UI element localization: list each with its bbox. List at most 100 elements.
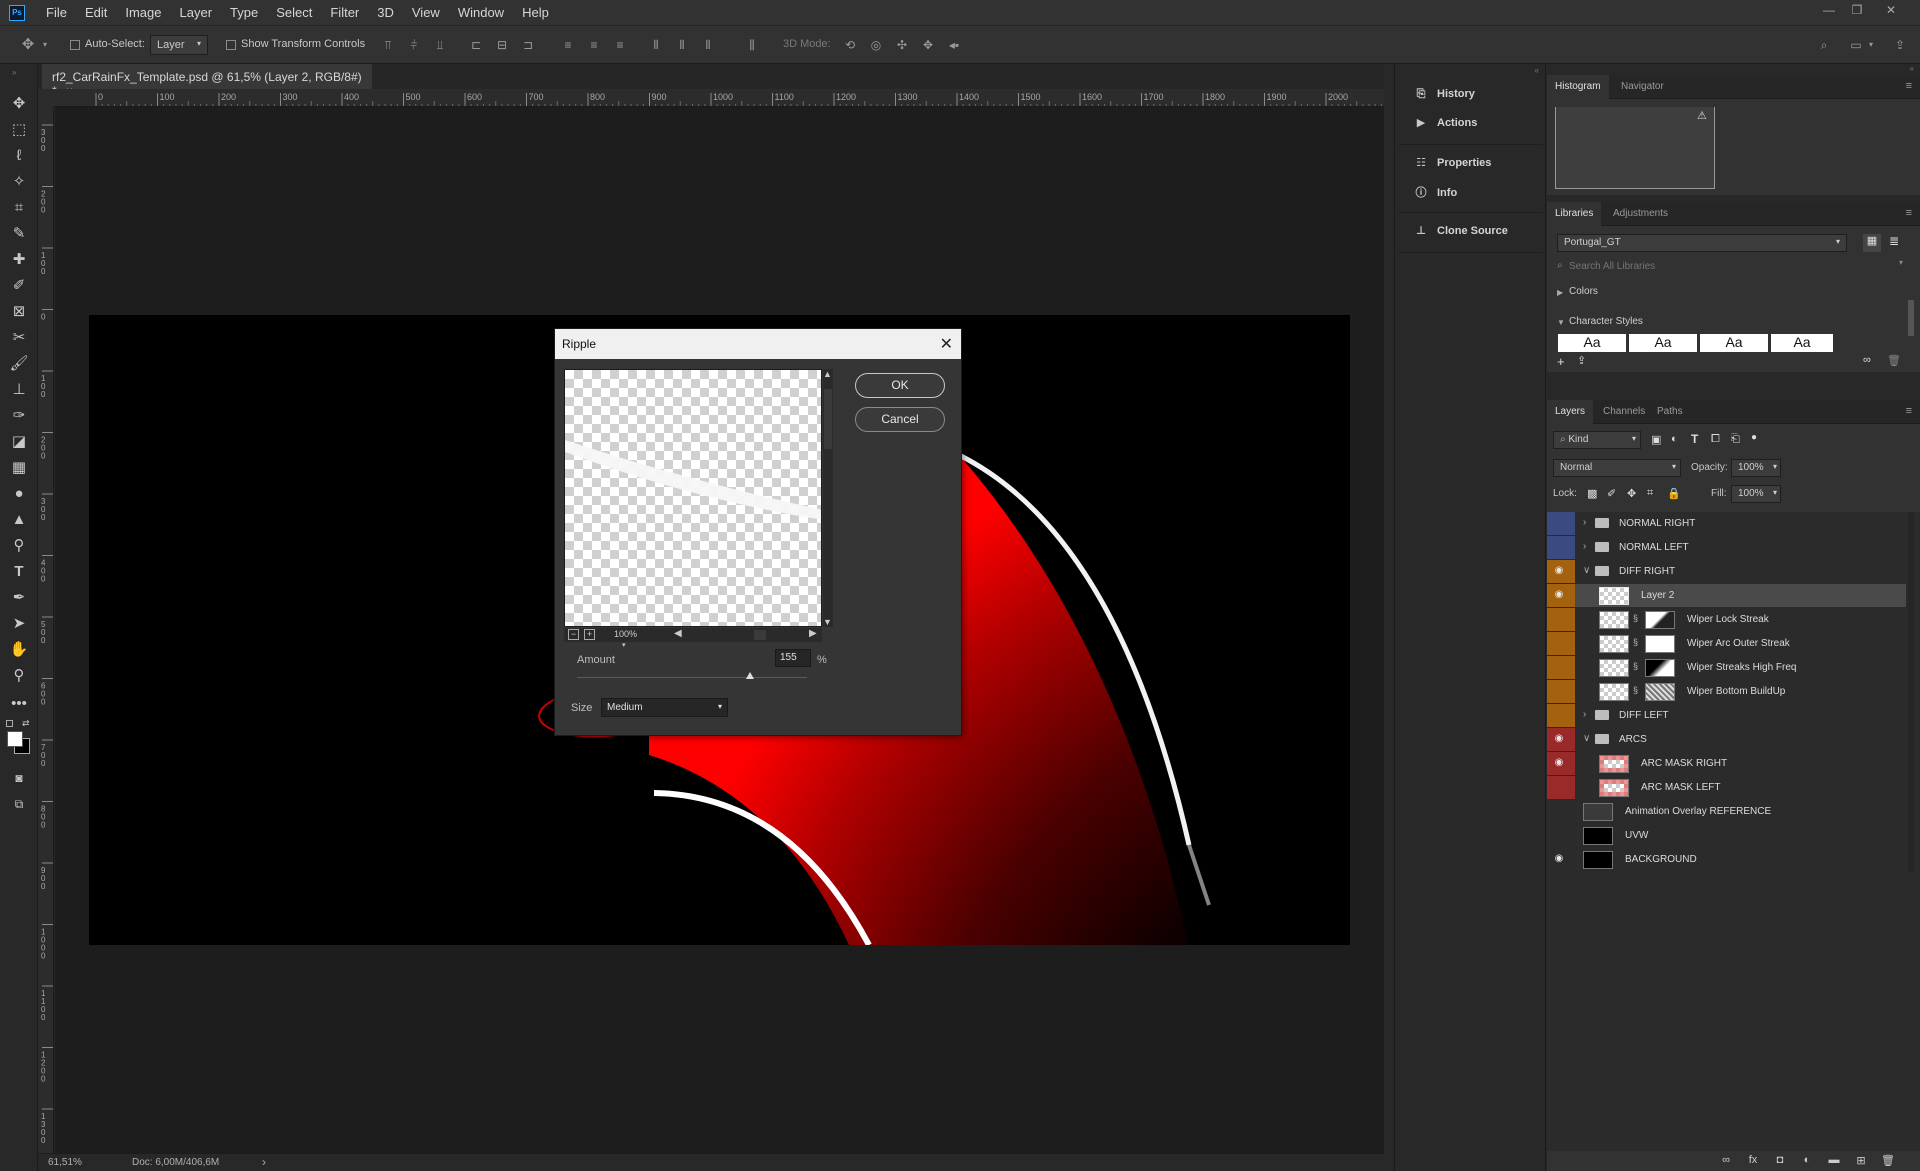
scroll-down-icon[interactable]: ▼ xyxy=(823,617,832,627)
clone-source-panel-button[interactable]: ⊥ Clone Source xyxy=(1413,224,1508,244)
paintbrush-icon[interactable]: 🖌 xyxy=(9,354,29,374)
distribute-left-icon[interactable]: ⫴ xyxy=(648,38,664,52)
quick-mask-icon[interactable]: ◙ xyxy=(9,768,29,788)
collapse-arrows-icon[interactable]: « xyxy=(1535,66,1539,75)
tab-channels[interactable]: Channels xyxy=(1595,400,1653,424)
stamp-tool-icon[interactable]: ⊥ xyxy=(9,380,29,400)
foreground-color-swatch[interactable] xyxy=(7,731,23,747)
chevron-down-icon[interactable]: ▼ xyxy=(1557,318,1565,327)
library-scrollbar[interactable] xyxy=(1908,300,1914,336)
auto-align-icon[interactable]: ⫼ xyxy=(744,38,760,52)
mask-link-icon[interactable]: § xyxy=(1633,613,1638,623)
distribute-top-icon[interactable]: ≡ xyxy=(560,38,576,52)
tab-adjustments[interactable]: Adjustments xyxy=(1605,202,1676,226)
gradient-tool-icon[interactable]: ▦ xyxy=(9,458,29,478)
crop-tool-icon[interactable]: ⌗ xyxy=(9,198,29,218)
mask-link-icon[interactable]: § xyxy=(1633,661,1638,671)
workspace-icon[interactable]: ▭ xyxy=(1848,38,1864,52)
menu-edit[interactable]: Edit xyxy=(76,5,116,20)
layer-visibility-toggle[interactable]: ◉ xyxy=(1547,560,1571,583)
healing-brush-icon[interactable]: ✚ xyxy=(9,250,29,270)
chevron-down-icon[interactable]: ∨ xyxy=(1583,733,1590,744)
lock-artboard-icon[interactable]: ⌗ xyxy=(1647,487,1653,500)
eraser-tool-icon[interactable]: ◪ xyxy=(9,432,29,452)
properties-panel-button[interactable]: ☷ Properties xyxy=(1413,156,1491,176)
3d-orbit-icon[interactable]: ⟲ xyxy=(842,38,858,52)
colors-section[interactable]: Colors xyxy=(1569,286,1598,297)
filter-type-icon[interactable]: T xyxy=(1691,432,1698,446)
character-style-swatch[interactable]: Aa xyxy=(1771,334,1833,352)
size-dropdown[interactable]: Medium ▾ xyxy=(601,698,728,717)
align-bottom-icon[interactable]: ⫫ xyxy=(432,38,448,52)
swap-colors-icon[interactable]: ⇄ xyxy=(22,718,30,729)
layer-visibility-toggle[interactable] xyxy=(1547,656,1571,679)
fill-input[interactable]: 100% ▾ xyxy=(1731,485,1781,503)
zoom-out-icon[interactable]: − xyxy=(568,629,579,640)
sharpen-tool-icon[interactable]: ▲ xyxy=(9,510,29,530)
info-panel-button[interactable]: ⓘ Info xyxy=(1413,184,1458,204)
vertical-ruler[interactable]: 3002001000100200300400500600700800900100… xyxy=(38,107,54,1156)
align-left-icon[interactable]: ⊏ xyxy=(468,38,484,52)
layer-row[interactable]: › DIFF LEFT xyxy=(1547,704,1906,728)
scroll-right-icon[interactable]: ▶ xyxy=(809,628,817,639)
panel-menu-icon[interactable]: ≡ xyxy=(1906,80,1912,92)
scroll-left-icon[interactable]: ◀ xyxy=(674,628,682,639)
distribute-hcenter-icon[interactable]: ⫴ xyxy=(674,38,690,52)
layer-visibility-toggle[interactable] xyxy=(1547,824,1571,847)
tab-paths[interactable]: Paths xyxy=(1649,400,1691,424)
zoom-level[interactable]: 61,51% xyxy=(48,1157,82,1168)
character-style-swatch[interactable]: Aa xyxy=(1700,334,1768,352)
chevron-down-icon[interactable]: ▾ xyxy=(40,38,50,52)
layer-row[interactable]: › NORMAL LEFT xyxy=(1547,536,1906,560)
filter-adjustment-icon[interactable]: ◐ xyxy=(1671,433,1678,445)
group-icon[interactable]: ▬ xyxy=(1825,1154,1843,1166)
trash-icon[interactable]: 🗑 xyxy=(1887,354,1901,367)
close-window-icon[interactable]: ✕ xyxy=(1878,3,1904,21)
menu-help[interactable]: Help xyxy=(513,5,558,20)
layer-filter-dropdown[interactable]: ⌕ Kind ▾ xyxy=(1553,431,1641,449)
history-panel-button[interactable]: ⎘ History xyxy=(1413,88,1475,108)
frame-tool-icon[interactable]: ⊠ xyxy=(9,302,29,322)
3d-slide-icon[interactable]: ✥ xyxy=(920,38,936,52)
add-icon[interactable]: + xyxy=(1557,354,1565,369)
horizontal-ruler[interactable]: 0 100 200 300 400 500 600 700 800 900 1000 1100 1200… xyxy=(54,89,1384,107)
library-search-input[interactable] xyxy=(1569,258,1889,274)
layer-visibility-toggle[interactable] xyxy=(1547,608,1571,631)
filter-preview[interactable] xyxy=(564,369,822,627)
align-right-icon[interactable]: ⊐ xyxy=(520,38,536,52)
3d-scale-icon[interactable]: ◂▪ xyxy=(946,38,962,52)
distribute-right-icon[interactable]: ⫴ xyxy=(700,38,716,52)
mask-link-icon[interactable]: § xyxy=(1633,685,1638,695)
dodge-tool-icon[interactable]: ⚲ xyxy=(9,536,29,556)
collapse-arrows-icon[interactable]: « xyxy=(1910,64,1914,73)
3d-roll-icon[interactable]: ◎ xyxy=(868,38,884,52)
magic-wand-icon[interactable]: ✧ xyxy=(9,172,29,192)
layer-visibility-toggle[interactable]: ◉ xyxy=(1547,752,1571,775)
layer-visibility-toggle[interactable]: ◉ xyxy=(1547,848,1571,871)
trash-icon[interactable]: 🗑 xyxy=(1879,1154,1897,1167)
chevron-down-icon[interactable]: ▾ xyxy=(1899,258,1903,267)
menu-image[interactable]: Image xyxy=(116,5,170,20)
adjustment-icon[interactable]: ◐ xyxy=(1798,1154,1816,1166)
library-dropdown[interactable]: Portugal_GT ▾ xyxy=(1557,234,1847,252)
amount-slider[interactable] xyxy=(577,672,807,679)
panel-menu-icon[interactable]: ≡ xyxy=(1906,405,1912,417)
eyedropper-tool-icon[interactable]: ✎ xyxy=(9,224,29,244)
restore-icon[interactable]: ❐ xyxy=(1844,3,1870,21)
blend-mode-dropdown[interactable]: Normal ▾ xyxy=(1553,459,1681,477)
upload-icon[interactable]: ⇪ xyxy=(1577,354,1586,367)
align-hcenter-icon[interactable]: ⊟ xyxy=(494,38,510,52)
amount-slider-thumb[interactable] xyxy=(745,672,754,679)
layer-row[interactable]: Animation Overlay REFERENCE xyxy=(1547,800,1906,824)
path-select-icon[interactable]: ➤ xyxy=(9,614,29,634)
more-tools-icon[interactable]: ••• xyxy=(9,694,29,714)
collapse-arrows-icon[interactable]: » xyxy=(12,68,16,77)
layer-visibility-toggle[interactable] xyxy=(1547,776,1571,799)
layer-row[interactable]: ◉ ARC MASK RIGHT xyxy=(1547,752,1906,776)
menu-layer[interactable]: Layer xyxy=(171,5,222,20)
default-colors-icon[interactable] xyxy=(6,720,13,727)
document-tab[interactable]: rf2_CarRainFx_Template.psd @ 61,5% (Laye… xyxy=(42,64,372,98)
layer-visibility-toggle[interactable] xyxy=(1547,800,1571,823)
mask-icon[interactable]: ◘ xyxy=(1771,1154,1789,1166)
warning-icon[interactable]: ⚠ xyxy=(1697,109,1707,122)
